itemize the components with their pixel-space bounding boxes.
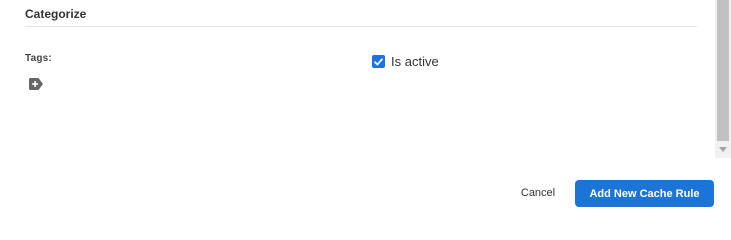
is-active-label: Is active	[391, 54, 439, 69]
vertical-scrollbar[interactable]	[715, 0, 731, 158]
tags-label: Tags:	[25, 53, 52, 64]
section-title: Categorize	[25, 7, 87, 21]
is-active-checkbox[interactable]	[372, 55, 385, 68]
is-active-row: Is active	[372, 54, 439, 69]
checkmark-icon	[374, 57, 383, 66]
add-cache-rule-button[interactable]: Add New Cache Rule	[575, 180, 714, 207]
cancel-button[interactable]: Cancel	[512, 180, 564, 206]
scrollbar-thumb[interactable]	[717, 0, 729, 141]
add-tag-button[interactable]	[28, 77, 44, 91]
cache-rule-dialog: Categorize Tags: Is active Cancel Add Ne…	[0, 0, 715, 224]
scroll-down-arrow-icon[interactable]	[719, 147, 727, 152]
section-divider	[25, 26, 697, 27]
tag-plus-icon	[28, 77, 44, 91]
